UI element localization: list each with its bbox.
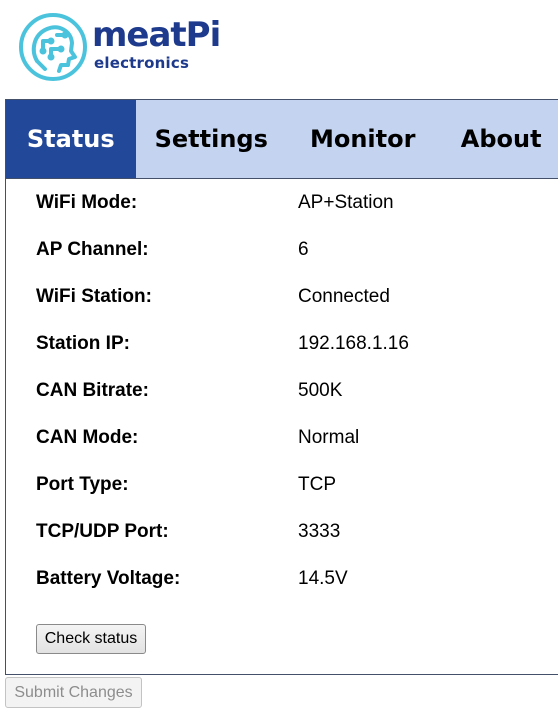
- status-label: AP Channel:: [36, 239, 149, 260]
- status-label: Station IP:: [36, 333, 130, 354]
- check-status-button[interactable]: Check status: [36, 624, 146, 654]
- status-value: 500K: [298, 380, 343, 401]
- status-label: Port Type:: [36, 474, 129, 495]
- brand-logo: meatPi electronics: [17, 11, 227, 85]
- status-row-can-mode: CAN Mode: Normal: [36, 426, 536, 473]
- brand-name: meatPi: [92, 15, 221, 55]
- status-label: CAN Mode:: [36, 427, 139, 448]
- status-value: 6: [298, 239, 309, 260]
- tab-panel: Status Settings Monitor About WiFi Mode:…: [5, 99, 558, 675]
- status-label: WiFi Station:: [36, 286, 152, 307]
- status-row-wifi-mode: WiFi Mode: AP+Station: [36, 191, 536, 238]
- status-value: Normal: [298, 427, 360, 448]
- status-row-wifi-station: WiFi Station: Connected: [36, 285, 536, 332]
- status-row-port-type: Port Type: TCP: [36, 473, 536, 520]
- status-value: Connected: [298, 286, 390, 307]
- status-row-battery-voltage: Battery Voltage: 14.5V: [36, 567, 536, 614]
- status-value: 192.168.1.16: [298, 333, 409, 354]
- status-label: WiFi Mode:: [36, 192, 138, 213]
- status-label: TCP/UDP Port:: [36, 521, 169, 542]
- status-label: Battery Voltage:: [36, 568, 181, 589]
- submit-changes-button[interactable]: Submit Changes: [5, 677, 142, 708]
- status-label: CAN Bitrate:: [36, 380, 149, 401]
- brand-subtitle: electronics: [94, 54, 190, 72]
- tab-monitor[interactable]: Monitor: [287, 100, 438, 178]
- tab-settings[interactable]: Settings: [136, 100, 287, 178]
- status-value: AP+Station: [298, 192, 394, 213]
- status-value: TCP: [298, 474, 336, 495]
- tab-bar: Status Settings Monitor About: [6, 100, 558, 179]
- status-value: 14.5V: [298, 568, 348, 589]
- tab-status[interactable]: Status: [6, 100, 136, 178]
- status-row-ap-channel: AP Channel: 6: [36, 238, 536, 285]
- status-row-tcp-udp-port: TCP/UDP Port: 3333: [36, 520, 536, 567]
- status-list: WiFi Mode: AP+Station AP Channel: 6 WiFi…: [36, 191, 536, 614]
- status-value: 3333: [298, 521, 341, 542]
- tab-about[interactable]: About: [438, 100, 558, 178]
- circuit-head-icon: [19, 13, 87, 81]
- status-row-station-ip: Station IP: 192.168.1.16: [36, 332, 536, 379]
- status-row-can-bitrate: CAN Bitrate: 500K: [36, 379, 536, 426]
